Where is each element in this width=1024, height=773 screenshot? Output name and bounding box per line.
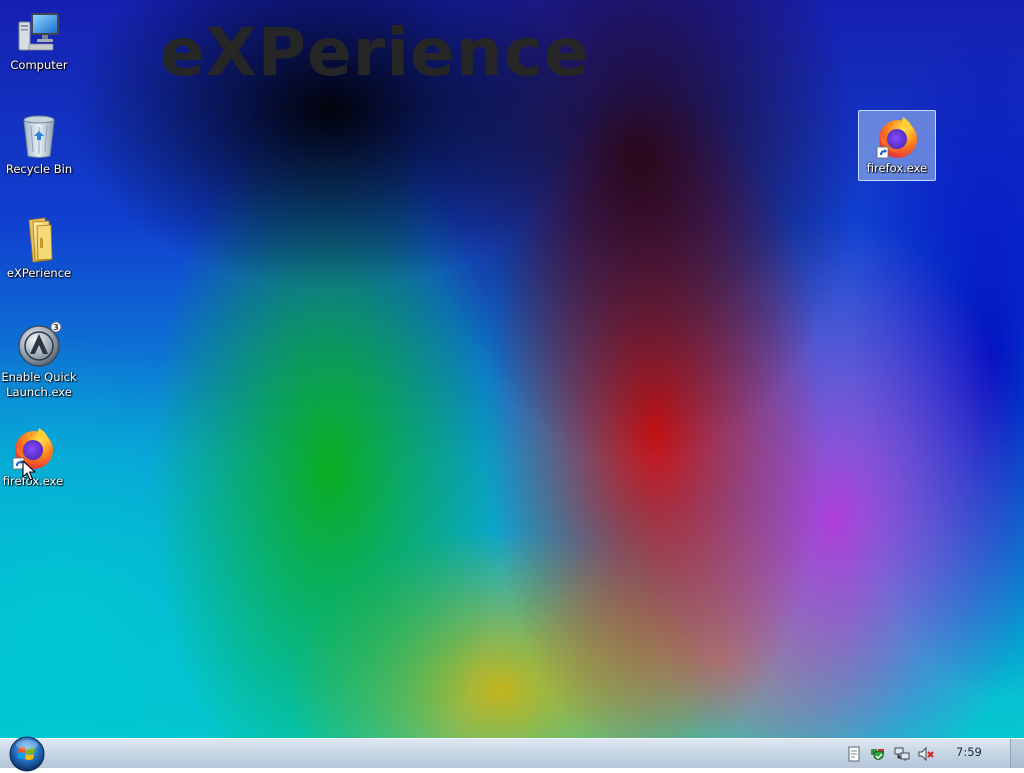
wallpaper-brand-text: eXPerience — [160, 14, 590, 91]
desktop-icon-enable-quick-launch[interactable]: 3 Enable Quick Launch.exe — [0, 320, 78, 400]
notes-icon[interactable] — [846, 746, 862, 762]
desktop-icon-label: eXPerience — [6, 266, 72, 280]
desktop-icon-label: Computer — [10, 58, 68, 72]
firefox-icon — [876, 117, 917, 159]
desktop-icon-computer[interactable]: Computer — [0, 8, 78, 73]
desktop-icon-label: Recycle Bin — [5, 162, 73, 176]
security-icon[interactable] — [870, 746, 886, 762]
quick-launch-icon: 3 — [18, 321, 62, 367]
desktop-icon-folder[interactable]: eXPerience — [0, 216, 78, 281]
desktop[interactable]: eXPerience Computer Recycle Bin eXPerien… — [0, 0, 1024, 738]
desktop-icon-label: firefox.exe — [2, 474, 64, 488]
desktop-icon-label: firefox.exe — [866, 161, 928, 175]
recycle-bin-icon — [23, 115, 55, 158]
mouse-cursor-icon — [22, 460, 36, 481]
start-button[interactable] — [8, 735, 46, 773]
show-desktop-button[interactable] — [1010, 739, 1024, 768]
desktop-icon-firefox-shortcut-selected[interactable]: firefox.exe — [858, 110, 936, 181]
svg-text:3: 3 — [53, 323, 59, 332]
desktop-icon-label: Enable Quick Launch.exe — [1, 370, 77, 399]
desktop-icon-recycle-bin[interactable]: Recycle Bin — [0, 112, 78, 177]
computer-icon — [18, 13, 59, 51]
system-tray: 7:59 — [838, 739, 1006, 768]
network-icon[interactable] — [894, 746, 910, 762]
clock[interactable]: 7:59 — [956, 745, 982, 759]
volume-muted-icon[interactable] — [918, 746, 934, 762]
folder-icon — [28, 217, 53, 263]
desktop-icon-firefox-shortcut[interactable]: firefox.exe — [0, 424, 72, 489]
taskbar: 7:59 — [0, 736, 1024, 772]
